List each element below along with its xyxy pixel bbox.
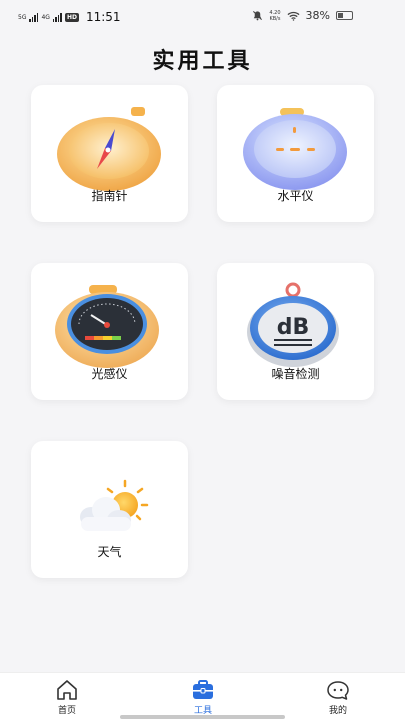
tool-card-weather[interactable]: 天气 bbox=[31, 441, 188, 578]
signal-icon-2 bbox=[52, 12, 62, 22]
status-right: 4.20 KB/s 38% bbox=[252, 9, 353, 22]
level-icon bbox=[243, 108, 347, 190]
sim1-label: 5G bbox=[18, 13, 27, 21]
tool-card-light-meter[interactable]: 光感仪 bbox=[31, 263, 188, 400]
tool-card-noise-meter[interactable]: dB 噪音检测 bbox=[217, 263, 374, 400]
net-speed-unit: KB/s bbox=[269, 15, 281, 22]
signal-icon bbox=[29, 12, 39, 22]
status-time: 11:51 bbox=[85, 10, 121, 24]
tool-label: 噪音检测 bbox=[271, 367, 320, 381]
wifi-icon bbox=[287, 11, 300, 21]
light-meter-icon bbox=[55, 285, 159, 368]
profile-icon bbox=[327, 681, 349, 700]
compass-icon bbox=[57, 107, 161, 191]
battery-percent: 38% bbox=[305, 9, 330, 22]
status-bar: 5G 4G HD 11:51 4.20 KB/s 38% bbox=[0, 0, 405, 36]
tool-label: 水平仪 bbox=[277, 189, 314, 203]
noise-meter-icon: dB bbox=[247, 282, 339, 367]
tool-card-compass[interactable]: 指南针 bbox=[31, 85, 188, 222]
weather-icon bbox=[80, 479, 149, 531]
tool-label: 天气 bbox=[97, 545, 122, 559]
toolbox-icon bbox=[193, 680, 213, 699]
sim2-label: 4G bbox=[41, 13, 50, 21]
mute-icon bbox=[253, 10, 263, 21]
nav-profile[interactable]: 我的 bbox=[303, 679, 373, 716]
tool-card-level[interactable]: 水平仪 bbox=[217, 85, 374, 222]
battery-icon bbox=[336, 11, 353, 20]
db-icon-text: dB bbox=[277, 315, 310, 340]
tool-label: 指南针 bbox=[91, 189, 128, 203]
net-speed: 4.20 KB/s bbox=[269, 10, 280, 22]
battery-level bbox=[338, 13, 343, 18]
status-left: 5G 4G HD 11:51 bbox=[18, 10, 121, 24]
bottom-nav: 首页 工具 我的 bbox=[0, 672, 405, 721]
home-icon bbox=[57, 680, 77, 700]
nav-label: 首页 bbox=[57, 706, 76, 716]
home-indicator[interactable] bbox=[120, 715, 285, 719]
nav-tools[interactable]: 工具 bbox=[168, 679, 238, 716]
nav-label: 我的 bbox=[328, 706, 347, 716]
tool-label: 光感仪 bbox=[91, 367, 128, 381]
page-title: 实用工具 bbox=[152, 49, 253, 74]
hd-badge: HD bbox=[64, 12, 79, 22]
nav-home[interactable]: 首页 bbox=[32, 679, 102, 716]
